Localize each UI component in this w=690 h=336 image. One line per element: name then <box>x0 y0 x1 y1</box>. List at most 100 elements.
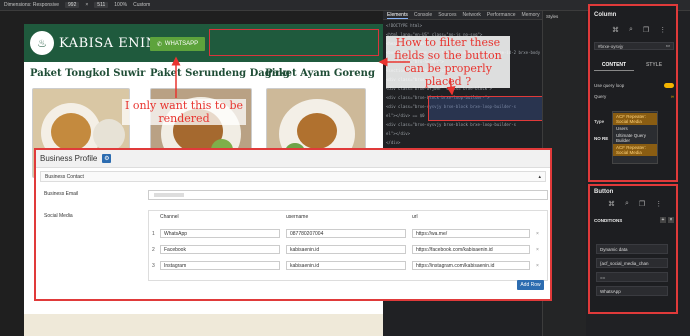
query-loop-row: Use query loop <box>594 83 674 88</box>
username-input[interactable]: kabisaenin.id <box>286 245 406 254</box>
button-panel-icons: ⌘ ⌕ ❐ ⋮ <box>608 200 662 208</box>
throttle-select[interactable]: Custom <box>133 2 150 8</box>
no-results-label: NO RE <box>594 136 609 141</box>
add-condition-icon[interactable]: + <box>660 217 666 223</box>
use-query-loop-label: Use query loop <box>594 83 625 88</box>
dropdown-selected[interactable]: ACF Repeater: Social Media <box>613 113 657 125</box>
url-input[interactable]: https://facebook.com/kabisaenin.id <box>412 245 530 254</box>
dom-line[interactable]: el"></div> == $0 <box>386 113 425 118</box>
condition-value[interactable]: WhatsApp <box>596 286 668 296</box>
dimensions-select[interactable]: Dimensions: Responsive <box>4 2 59 8</box>
settings-icon[interactable]: ⚙ <box>102 154 112 163</box>
tab-console[interactable]: Console <box>414 12 432 18</box>
condition-dynamic-tag[interactable]: {acf_social_media_chan <box>596 258 668 268</box>
more-icon[interactable]: ⋮ <box>659 26 666 34</box>
panel-title: Business Profile <box>40 154 98 163</box>
device-toolbar: Dimensions: Responsive 992 × 511 100% Cu… <box>0 0 690 11</box>
dom-line[interactable]: </div> <box>386 140 400 145</box>
channel-input[interactable]: WhatsApp <box>160 229 280 238</box>
styles-label: Styles <box>546 14 559 19</box>
panel-icons: ⌘ ⌕ ❐ ⋮ <box>612 26 666 34</box>
button-settings-panel: Button ⌘ ⌕ ❐ ⋮ CONDITIONS + × Dynamic da… <box>588 184 678 314</box>
conditions-label: CONDITIONS <box>594 217 623 223</box>
tab-memory[interactable]: Memory <box>522 12 540 18</box>
channel-input[interactable]: Instagram <box>160 261 280 270</box>
business-email-label: Business Email <box>44 191 79 197</box>
type-row: Type <box>594 110 604 128</box>
zoom-select[interactable]: 100% <box>114 2 127 8</box>
conditions-header: CONDITIONS + × <box>594 217 674 223</box>
package-title-1: Paket Tongkol Suwir <box>30 68 146 79</box>
url-input[interactable]: https://wa.me/ <box>412 229 530 238</box>
business-contact-section[interactable]: Business Contact ▴ <box>40 171 546 182</box>
search-icon[interactable]: ⌕ <box>625 200 629 208</box>
column-header-channel: Channel <box>160 214 179 220</box>
type-label: Type <box>594 119 605 124</box>
whatsapp-button-label: WHATSAPP <box>164 41 199 47</box>
row-number: 3 <box>152 263 155 269</box>
username-input[interactable]: 087780207004 <box>286 229 406 238</box>
row-number: 2 <box>152 247 155 253</box>
package-title-3: Paket Ayam Goreng <box>265 68 375 79</box>
more-icon[interactable]: ⋮ <box>655 200 662 208</box>
copy-icon[interactable]: ❐ <box>643 26 649 34</box>
column-header-username: username <box>286 214 309 220</box>
query-row: Query ∞ <box>594 94 674 99</box>
add-row-button[interactable]: Add Row <box>517 280 544 290</box>
query-icon[interactable]: ∞ <box>671 94 674 99</box>
column-panel-title: Column <box>594 12 617 18</box>
chef-logo-icon[interactable]: ♨ <box>30 31 54 55</box>
remove-row-icon[interactable]: × <box>536 231 539 237</box>
channel-input[interactable]: Facebook <box>160 245 280 254</box>
social-media-label: Social Media <box>44 213 73 219</box>
remove-condition-icon[interactable]: × <box>668 217 674 223</box>
remove-row-icon[interactable]: × <box>536 263 539 269</box>
dom-line[interactable]: <!DOCTYPE html> <box>386 23 422 28</box>
tab-content[interactable]: CONTENT <box>594 60 634 71</box>
link-icon[interactable]: ⌘ <box>612 26 619 34</box>
copy-icon[interactable]: ❐ <box>639 200 645 208</box>
times-icon: × <box>85 2 89 8</box>
collapse-icon[interactable]: ▴ <box>538 174 541 180</box>
query-type-dropdown[interactable]: ACF Repeater: Social Media Users Ultimat… <box>612 111 658 164</box>
dropdown-item-acf[interactable]: ACF Repeater: Social Media <box>613 144 657 156</box>
query-loop-toggle[interactable] <box>664 83 674 88</box>
search-icon[interactable]: ⌕ <box>629 26 633 34</box>
email-value-redacted <box>154 193 184 197</box>
condition-type[interactable]: Dynamic data <box>596 244 668 254</box>
annotation-right: How to filter these fields so the button… <box>386 36 510 88</box>
site-header: ♨ KABISA ENIN ✆ WHATSAPP <box>24 24 383 62</box>
element-id-field[interactable]: #brxe-oysvjy ▭ <box>594 42 674 50</box>
tab-performance[interactable]: Performance <box>487 12 516 18</box>
username-input[interactable]: kabisaenin.id <box>286 261 406 270</box>
tab-network[interactable]: Network <box>463 12 481 18</box>
column-header-url: url <box>412 214 418 220</box>
section-title: Business Contact <box>45 173 84 180</box>
dropdown-item-users[interactable]: Users <box>613 125 657 132</box>
empty-loop-slot-highlight <box>209 29 379 56</box>
remove-row-icon[interactable]: × <box>536 247 539 253</box>
condition-operator[interactable]: == <box>596 272 668 282</box>
whatsapp-icon: ✆ <box>156 41 162 48</box>
query-label: Query <box>594 94 607 99</box>
width-input[interactable]: 992 <box>65 2 80 8</box>
brand-name[interactable]: KABISA ENIN <box>59 36 158 51</box>
business-profile-panel: Business Profile ⚙ Business Contact ▴ Bu… <box>34 148 552 301</box>
url-input[interactable]: https://instagram.com/kabisaenin.id <box>412 261 530 270</box>
tab-elements[interactable]: Elements <box>387 12 408 19</box>
link-icon[interactable]: ⌘ <box>608 200 615 208</box>
panel-header: Business Profile ⚙ <box>36 150 550 168</box>
height-input[interactable]: 511 <box>94 2 109 8</box>
row-number: 1 <box>152 231 155 237</box>
copy-id-icon[interactable]: ▭ <box>666 43 670 49</box>
tab-sources[interactable]: Sources <box>438 12 456 18</box>
content-style-tabs: CONTENT STYLE <box>594 60 674 71</box>
dropdown-item-uqb[interactable]: Ultimate Query Builder <box>613 132 657 144</box>
tab-style[interactable]: STYLE <box>634 60 674 71</box>
element-id-value: #brxe-oysvjy <box>598 43 624 49</box>
page-footer-area <box>24 314 383 336</box>
whatsapp-button[interactable]: ✆ WHATSAPP <box>150 37 205 51</box>
business-email-field[interactable] <box>148 190 548 200</box>
dom-line[interactable]: <div class="brxe-oysvjy brxe-block brxe-… <box>386 122 516 127</box>
dom-line[interactable]: el"></div> <box>386 131 410 136</box>
